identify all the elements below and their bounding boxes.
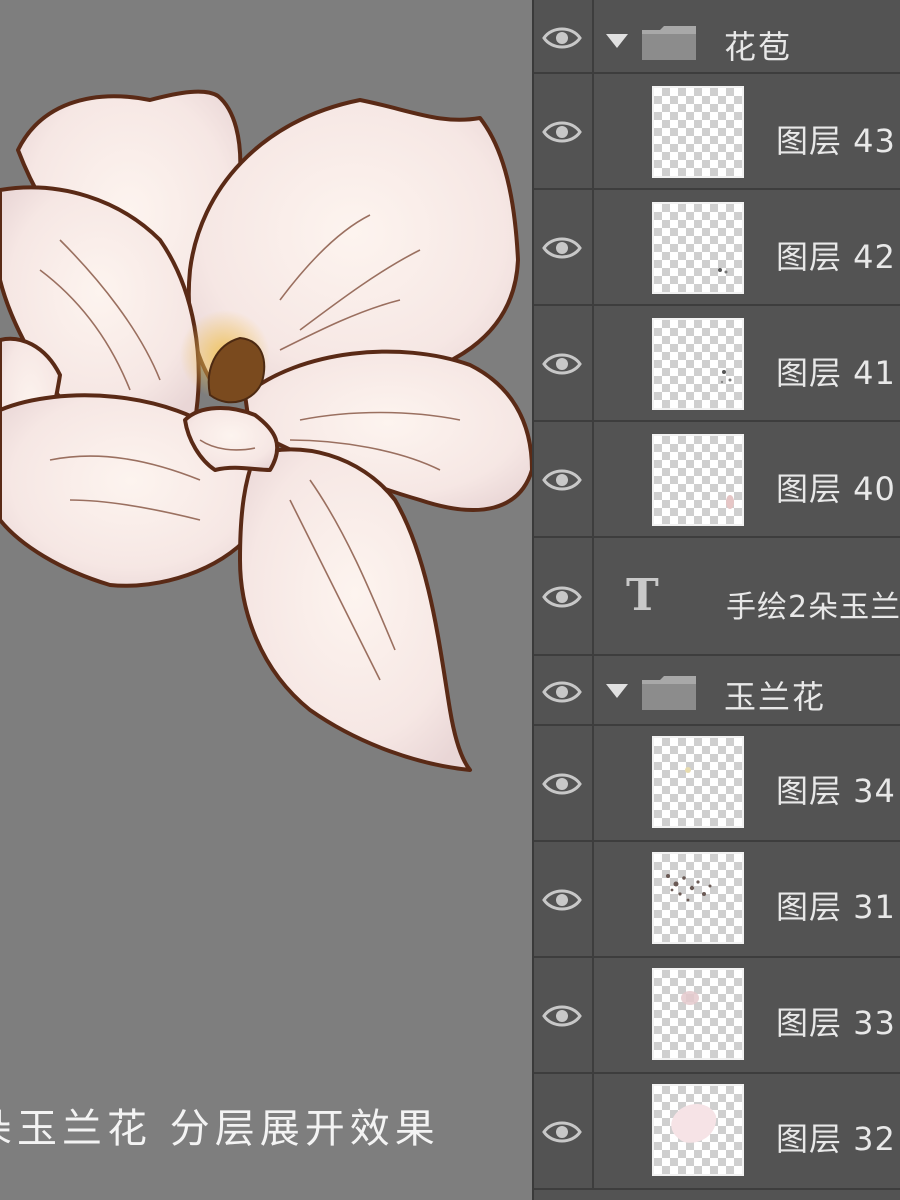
layer-thumbnail[interactable] [652, 736, 744, 828]
eye-icon[interactable] [542, 1118, 582, 1146]
eye-icon[interactable] [542, 678, 582, 706]
layer-thumbnail[interactable] [652, 318, 744, 410]
layer-name: 图层 41 [776, 354, 896, 392]
eye-icon[interactable] [542, 350, 582, 378]
layer-row[interactable]: 图层 33 [534, 958, 900, 1074]
text-layer-icon: T [626, 570, 659, 621]
eye-icon[interactable] [542, 886, 582, 914]
layer-name: 图层 43 [776, 122, 896, 160]
layer-name: 图层 33 [776, 1004, 896, 1042]
magnolia-illustration [0, 89, 532, 772]
layer-row[interactable]: 图层 32 [534, 1074, 900, 1190]
layer-name: 图层 42 [776, 238, 896, 276]
layer-name: 图层 32 [776, 1120, 896, 1158]
layer-name: 图层 40 [776, 470, 896, 508]
eye-icon[interactable] [542, 770, 582, 798]
eye-icon[interactable] [542, 466, 582, 494]
layer-row[interactable]: 图层 41 [534, 306, 900, 422]
layer-name: 手绘2朵玉兰花 [726, 590, 900, 625]
chevron-down-icon[interactable] [606, 34, 628, 50]
eye-icon[interactable] [542, 24, 582, 52]
text-layer-row[interactable]: T 手绘2朵玉兰花 [534, 538, 900, 656]
layer-thumbnail[interactable] [652, 1084, 744, 1176]
layer-name: 玉兰花 [724, 678, 827, 716]
eye-icon[interactable] [542, 234, 582, 262]
eye-icon[interactable] [542, 1002, 582, 1030]
eye-icon[interactable] [542, 583, 582, 611]
layer-thumbnail[interactable] [652, 202, 744, 294]
folder-icon [642, 676, 696, 710]
layer-row[interactable]: 图层 40 [534, 422, 900, 538]
layer-name: 花苞 [724, 28, 793, 66]
eye-icon[interactable] [542, 118, 582, 146]
layer-thumbnail[interactable] [652, 434, 744, 526]
layer-row[interactable]: 图层 34 [534, 726, 900, 842]
folder-icon [642, 26, 696, 60]
layer-row[interactable]: 图层 31 [534, 842, 900, 958]
caption-text: 朵玉兰花 分层展开效果 [0, 1106, 440, 1152]
layer-name: 图层 34 [776, 772, 896, 810]
canvas-area[interactable]: 朵玉兰花 分层展开效果 [0, 0, 532, 1200]
layer-name: 图层 31 [776, 888, 896, 926]
layers-panel[interactable]: 花苞 图层 43 图层 42 图层 41 图层 40 T 手绘2朵玉兰花 玉兰花 [532, 0, 900, 1200]
layer-group-huabao[interactable]: 花苞 [534, 0, 900, 74]
layer-row[interactable]: 图层 42 [534, 190, 900, 306]
layer-thumbnail[interactable] [652, 852, 744, 944]
layer-group-yulanhua[interactable]: 玉兰花 [534, 656, 900, 726]
layer-thumbnail[interactable] [652, 968, 744, 1060]
layer-row[interactable]: 图层 43 [534, 74, 900, 190]
chevron-down-icon[interactable] [606, 684, 628, 700]
layer-thumbnail[interactable] [652, 86, 744, 178]
